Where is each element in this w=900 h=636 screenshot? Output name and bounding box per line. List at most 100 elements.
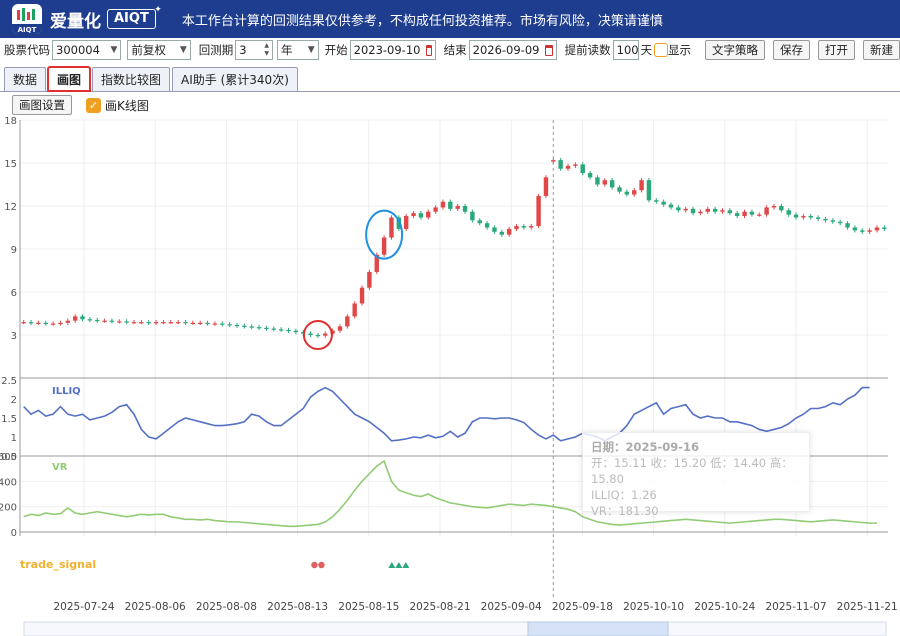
x-tick-label: 2025-08-08	[196, 601, 257, 613]
candle-body	[153, 322, 159, 324]
candle-body	[212, 323, 218, 325]
new-button[interactable]: 新建	[863, 40, 900, 60]
candle-body	[220, 323, 225, 325]
candle-body	[43, 322, 48, 325]
candle-body	[256, 327, 262, 329]
candle-body	[676, 207, 681, 211]
tab-ai-assistant[interactable]: AI助手 (累计340次)	[172, 67, 298, 91]
price-tick-label: 12	[4, 202, 17, 213]
chevron-down-icon: ▼	[307, 45, 315, 55]
candle-body	[109, 320, 115, 322]
candle-body	[602, 180, 608, 185]
signal-triangle	[388, 562, 396, 568]
candle-body	[315, 335, 321, 337]
chart-tooltip: 日期：2025-09-16 开：15.11 收：15.20 低：14.40 高：…	[582, 432, 810, 518]
candle-body	[860, 230, 865, 232]
kline-checkbox[interactable]: ✓	[86, 97, 101, 113]
candle-body	[337, 326, 343, 331]
candle-body	[587, 173, 593, 178]
open-button[interactable]: 打开	[818, 40, 855, 60]
candle-body	[646, 180, 652, 201]
chart-settings-button[interactable]: 画图设置	[12, 95, 72, 115]
start-date-input[interactable]: 2023-09-10	[349, 40, 436, 60]
candle-body	[551, 160, 556, 162]
x-tick-label: 2025-10-10	[623, 601, 684, 613]
candle-body	[80, 316, 85, 320]
stock-code-label: 股票代码	[4, 43, 50, 57]
calendar-icon[interactable]	[426, 44, 432, 56]
brand-badge: AIQT ✦	[107, 5, 162, 29]
candle-body	[352, 303, 357, 317]
candle-body	[95, 319, 100, 322]
stepper-arrows-icon[interactable]: ▲ ▼	[264, 42, 269, 58]
tooltip-vr: VR：181.30	[591, 504, 659, 518]
text-strategy-button[interactable]: 文字策略	[705, 40, 765, 60]
period-unit-select[interactable]: 年 ▼	[276, 40, 319, 60]
candle-body	[462, 206, 468, 212]
candle-body	[749, 211, 755, 215]
candle-body	[65, 320, 71, 323]
candle-body	[867, 230, 872, 232]
candle-body	[793, 214, 799, 218]
zoom-slider-track	[23, 621, 887, 636]
candle-body	[506, 228, 512, 235]
candle-body	[124, 321, 129, 323]
brand-badge-text: AIQT	[114, 11, 149, 26]
price-tick-label: 9	[11, 245, 17, 256]
vr-tick-label: 200	[0, 503, 17, 514]
signal-triangle	[402, 562, 410, 568]
x-tick-label: 2025-11-21	[837, 601, 898, 613]
candle-body	[837, 221, 843, 224]
adjust-select[interactable]: 前复权 ▼	[127, 40, 191, 60]
calendar-icon[interactable]	[545, 44, 553, 56]
candle-body	[815, 217, 821, 219]
candle-body	[698, 211, 703, 214]
candle-body	[36, 322, 41, 325]
candle-body	[558, 160, 563, 169]
zoom-slider-window	[527, 621, 669, 636]
candle-body	[543, 177, 549, 196]
candle-body	[705, 208, 710, 212]
x-tick-label: 2025-08-13	[267, 601, 328, 613]
illiq-tick-label: 1.5	[1, 414, 17, 425]
candle-body	[779, 206, 784, 211]
vr-legend-label: VR	[52, 462, 68, 473]
save-button[interactable]: 保存	[773, 40, 810, 60]
candle-body	[845, 223, 850, 228]
chevron-down-icon: ▼	[179, 45, 187, 55]
candle-body	[308, 333, 313, 335]
candle-body	[624, 191, 630, 195]
stock-code-select[interactable]: 300004 ▼	[52, 40, 122, 60]
x-tick-label: 2025-09-04	[481, 601, 542, 613]
preload-input[interactable]: 100	[612, 40, 639, 60]
show-checkbox[interactable]	[654, 43, 668, 57]
stock-code-value: 300004	[56, 43, 100, 57]
candle-body	[499, 231, 505, 235]
x-tick-label: 2025-08-06	[125, 601, 186, 613]
candle-body	[433, 207, 438, 212]
chart-canvas[interactable]: 2025-07-24 2025-08-06 2025-08-08 2025-08-13…	[0, 116, 900, 636]
start-date-value: 2023-09-10	[353, 43, 421, 57]
preload-label: 提前读数	[564, 43, 611, 57]
preload-unit: 天	[640, 43, 653, 57]
candle-body	[801, 216, 806, 218]
tab-index-compare[interactable]: 指数比较图	[92, 67, 171, 91]
candle-body	[58, 322, 63, 325]
candle-body	[683, 208, 688, 211]
tab-data[interactable]: 数据	[4, 67, 47, 91]
candle-body	[117, 321, 122, 323]
show-label: 显示	[668, 43, 691, 57]
candle-body	[565, 165, 571, 169]
candle-body	[786, 210, 791, 215]
tab-chart[interactable]: 画图	[47, 66, 92, 92]
x-tick-label: 2025-09-18	[552, 601, 613, 613]
illiq-tick-label: 1	[11, 433, 17, 444]
candle-body	[146, 322, 151, 324]
param-toolbar: 股票代码 300004 ▼ 前复权 ▼ 回测期 3 ▲ ▼ 年 ▼ 开始 2023-09-…	[0, 38, 900, 62]
candle-body	[661, 201, 666, 205]
end-date-input[interactable]: 2026-09-09	[468, 40, 557, 60]
period-stepper[interactable]: 3 ▲ ▼	[235, 40, 273, 60]
x-tick-label: 2025-10-24	[694, 601, 755, 613]
brand-name: 爱量化	[50, 11, 101, 32]
tab-bar: 数据 画图 指数比较图 AI助手 (累计340次)	[0, 64, 900, 92]
